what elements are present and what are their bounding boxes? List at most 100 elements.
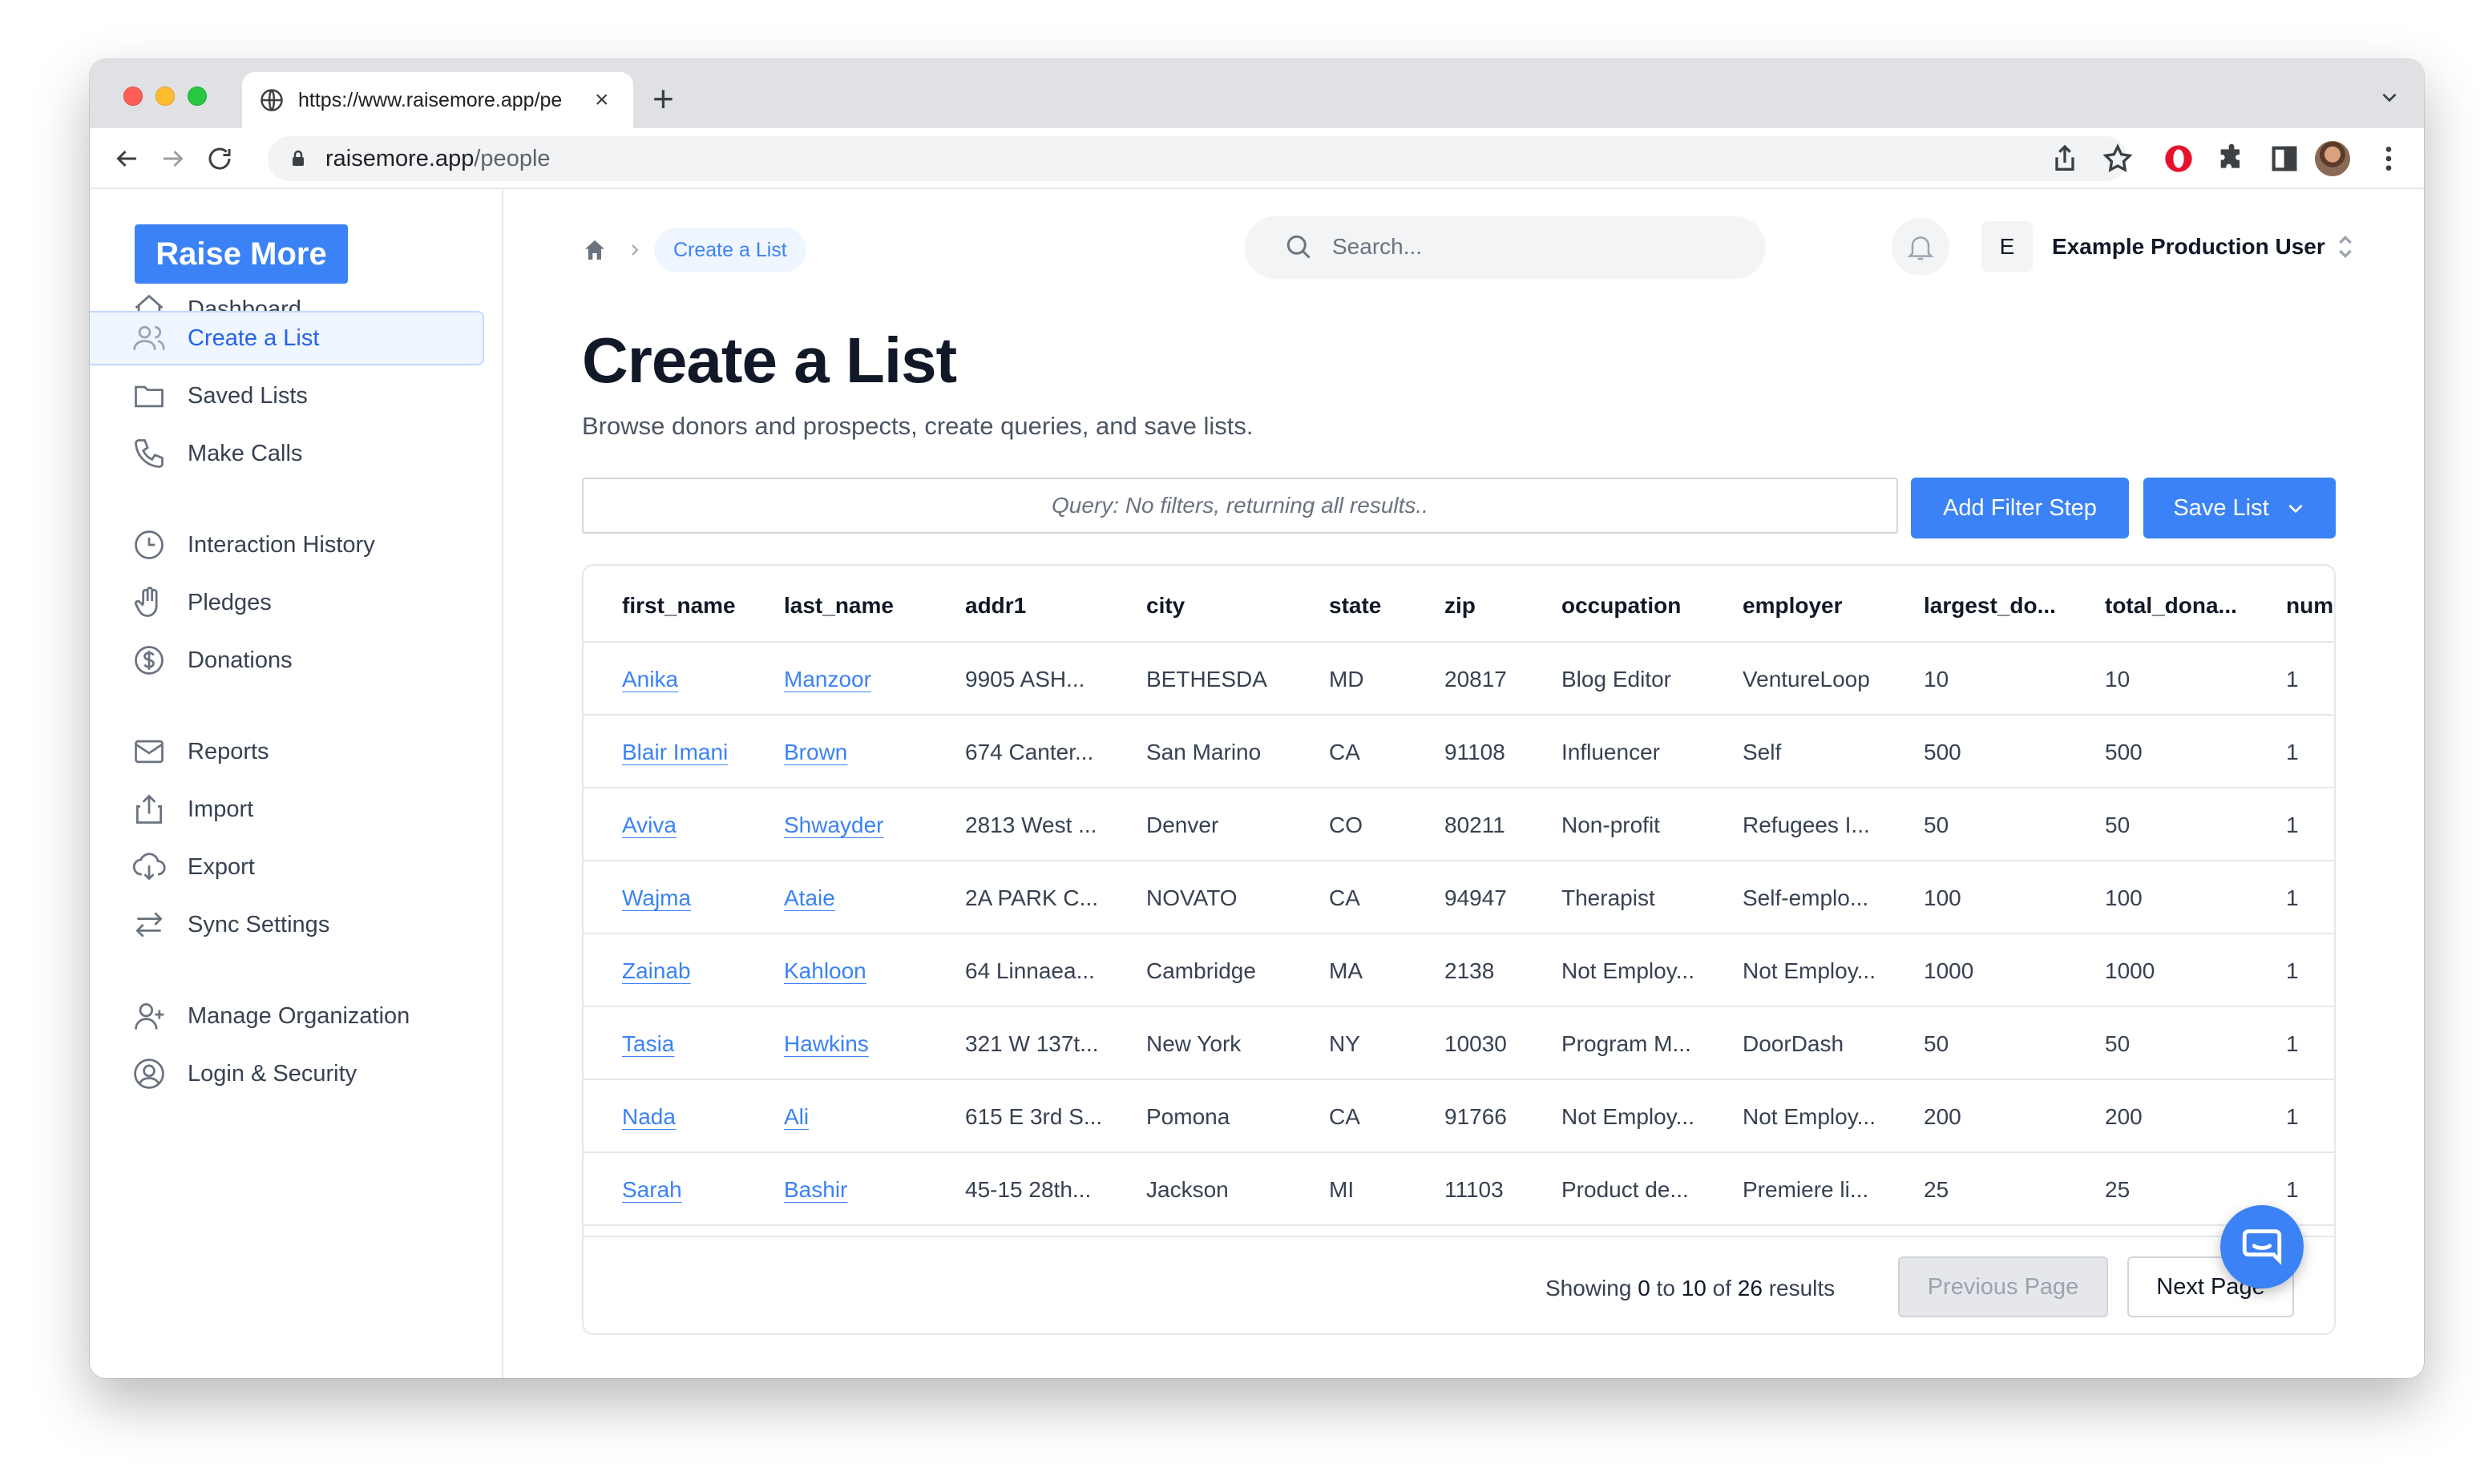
sidebar-item-export[interactable]: Export (90, 840, 484, 894)
table-cell: 100 (1924, 885, 1961, 910)
maximize-window-button[interactable] (188, 87, 207, 106)
search-input[interactable] (1332, 234, 1717, 260)
sidebar-item-donations[interactable]: Donations (90, 633, 484, 688)
person-name-link[interactable]: Tasia (622, 1031, 774, 1057)
app-logo[interactable]: Raise More (135, 224, 348, 284)
column-header[interactable]: first_name (622, 593, 774, 619)
person-name-link[interactable]: Aviva (622, 813, 774, 838)
reload-icon[interactable] (205, 144, 234, 173)
user-circle-icon (134, 1059, 164, 1089)
previous-page-button[interactable]: Previous Page (1898, 1256, 2108, 1317)
table-row[interactable]: Blair Imani Brown 674 Canter... San Marino C… (584, 716, 2334, 788)
table-cell: NOVATO (1146, 885, 1238, 910)
table-row[interactable]: Aviva Shwayder 2813 West ... Denver CO 80211 N… (584, 788, 2334, 861)
forward-arrow-icon[interactable] (159, 144, 188, 173)
table-cell: 91108 (1444, 740, 1505, 764)
table-cell: 1 (2286, 958, 2299, 983)
table-cell: 1000 (1924, 958, 1974, 983)
table-cell: Not Employ... (1561, 958, 1694, 983)
person-name-link[interactable]: Manzoor (784, 667, 952, 692)
sidebar-item-label: Reports (188, 738, 269, 764)
search-bar[interactable] (1246, 216, 1765, 277)
table-header: first_name last_name addr1 city state zip occu… (584, 566, 2334, 643)
table-cell: DoorDash (1743, 1031, 1844, 1056)
table-row[interactable]: Anika Manzoor 9905 ASH... BETHESDA MD 20817 Bl… (584, 643, 2334, 716)
close-window-button[interactable] (123, 87, 143, 106)
browser-profile-avatar[interactable] (2315, 141, 2350, 176)
breadcrumb-home-icon[interactable] (582, 237, 608, 263)
column-header[interactable]: num (2286, 593, 2334, 619)
url-host: raisemore.app (325, 145, 475, 171)
sidebar-item-saved-lists[interactable]: Saved Lists (90, 369, 484, 423)
table-row[interactable]: Wajma Ataie 2A PARK C... NOVATO CA 94947 Thera… (584, 861, 2334, 934)
sidebar-item-import[interactable]: Import (90, 782, 484, 837)
column-header[interactable]: occupation (1561, 593, 1730, 619)
table-cell: Not Employ... (1743, 1104, 1876, 1129)
chevron-down-icon[interactable] (2379, 87, 2400, 107)
puzzle-icon[interactable] (2215, 143, 2248, 175)
table-cell: 94947 (1444, 885, 1507, 910)
sidebar-item-create-a-list[interactable]: Create a List (90, 311, 484, 365)
column-header[interactable]: largest_do... (1924, 593, 2084, 619)
breadcrumb-current[interactable]: Create a List (654, 228, 806, 272)
add-filter-step-button[interactable]: Add Filter Step (1911, 478, 2129, 538)
column-header[interactable]: employer (1743, 593, 1911, 619)
person-name-link[interactable]: Nada (622, 1104, 774, 1130)
more-vertical-icon[interactable] (2373, 143, 2405, 175)
table-cell: 50 (1924, 1031, 1949, 1056)
column-header[interactable]: city (1146, 593, 1315, 619)
save-list-button[interactable]: Save List (2143, 478, 2336, 538)
person-name-link[interactable]: Brown (784, 740, 952, 765)
minimize-window-button[interactable] (156, 87, 175, 106)
tab-close-icon[interactable]: × (595, 87, 609, 114)
column-header[interactable]: total_dona... (2105, 593, 2265, 619)
person-name-link[interactable]: Kahloon (784, 958, 952, 984)
person-name-link[interactable]: Ali (784, 1104, 952, 1130)
column-header[interactable]: addr1 (965, 593, 1125, 619)
sidebar-item-manage-organization[interactable]: Manage Organization (90, 989, 484, 1043)
person-name-link[interactable]: Shwayder (784, 813, 952, 838)
table-cell: 1 (2286, 740, 2299, 764)
table-row[interactable]: Zainab Kahloon 64 Linnaea... Cambridge MA 213… (584, 934, 2334, 1007)
chat-support-button[interactable] (2220, 1205, 2304, 1288)
new-tab-button[interactable]: + (652, 77, 674, 120)
column-header[interactable]: zip (1444, 593, 1549, 619)
browser-tab[interactable]: https://www.raisemore.app/pe × (242, 72, 633, 128)
star-icon[interactable] (2102, 143, 2134, 175)
person-name-link[interactable]: Sarah (622, 1177, 774, 1203)
column-header[interactable]: last_name (784, 593, 952, 619)
address-bar[interactable]: raisemore.app/people (268, 136, 2127, 181)
person-name-link[interactable]: Wajma (622, 885, 774, 911)
org-initial-badge[interactable]: E (1981, 221, 2033, 272)
sidebar-item-login-security[interactable]: Login & Security (90, 1046, 484, 1101)
table-cell: MI (1329, 1177, 1355, 1202)
user-plus-icon (135, 1002, 164, 1030)
selector-icon[interactable] (2334, 231, 2357, 263)
person-name-link[interactable]: Ataie (784, 885, 952, 911)
sidebar-item-sync-settings[interactable]: Sync Settings (90, 897, 484, 952)
back-arrow-icon[interactable] (112, 144, 141, 173)
sidebar-toggle-icon[interactable] (2268, 143, 2300, 175)
sidebar-item-reports[interactable]: Reports (90, 724, 484, 779)
table-cell: CA (1329, 1104, 1360, 1129)
person-name-link[interactable]: Hawkins (784, 1031, 952, 1057)
sidebar-item-pledges[interactable]: Pledges (90, 575, 484, 630)
notifications-button[interactable] (1892, 218, 1949, 276)
share-icon[interactable] (2049, 143, 2081, 175)
table-row[interactable]: Nada Ali 615 E 3rd S... Pomona CA 91766 Not Em… (584, 1080, 2334, 1153)
person-name-link[interactable]: Blair Imani (622, 740, 774, 765)
person-name-link[interactable]: Bashir (784, 1177, 952, 1203)
table-row[interactable]: Sarah Bashir 45-15 28th... Jackson MI 11103 Pr… (584, 1153, 2334, 1226)
column-header[interactable]: state (1329, 593, 1433, 619)
button-label: Add Filter Step (1943, 494, 2097, 521)
opera-extension-icon[interactable] (2163, 143, 2195, 175)
person-name-link[interactable]: Anika (622, 667, 774, 692)
table-cell: Premiere li... (1743, 1177, 1869, 1202)
table-row[interactable]: Tasia Hawkins 321 W 137t... New York NY 10030… (584, 1007, 2334, 1080)
person-name-link[interactable]: Zainab (622, 958, 774, 984)
pagination-summary: Showing 0 to 10 of 26 results (1545, 1276, 1835, 1301)
sidebar-item-make-calls[interactable]: Make Calls (90, 426, 484, 481)
org-name[interactable]: Example Production User (2052, 234, 2325, 260)
mail-icon (135, 740, 164, 764)
sidebar-item-interaction-history[interactable]: Interaction History (90, 518, 484, 572)
